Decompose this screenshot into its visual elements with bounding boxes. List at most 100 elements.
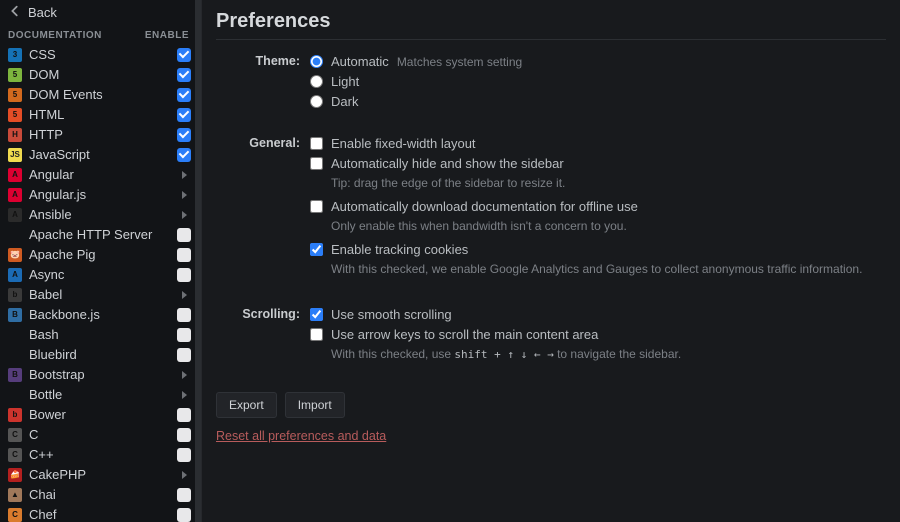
sidebar-item[interactable]: 3CSS xyxy=(0,45,201,65)
sidebar-item[interactable]: BBootstrap xyxy=(0,365,201,385)
enable-doc-checkbox[interactable] xyxy=(177,488,191,502)
sidebar-item[interactable]: Bluebird xyxy=(0,345,201,365)
sidebar-item[interactable]: 5HTML xyxy=(0,105,201,125)
back-arrow-icon xyxy=(8,4,22,21)
doc-icon xyxy=(8,388,22,402)
sidebar-item-label: DOM Events xyxy=(29,87,170,102)
enable-doc-checkbox[interactable] xyxy=(177,348,191,362)
sidebar-item[interactable]: Apache HTTP Server xyxy=(0,225,201,245)
enable-doc-checkbox[interactable] xyxy=(177,448,191,462)
expand-arrow-icon[interactable] xyxy=(177,288,191,302)
sidebar-item[interactable]: AAngular xyxy=(0,165,201,185)
sidebar-item-label: C++ xyxy=(29,447,170,462)
theme-automatic-hint: Matches system setting xyxy=(397,54,522,70)
sidebar-item-label: DOM xyxy=(29,67,170,82)
sidebar-item[interactable]: 5 DOM xyxy=(0,65,201,85)
sidebar-item[interactable]: CC xyxy=(0,425,201,445)
doc-icon: A xyxy=(8,208,22,222)
preferences-panel: Preferences Theme: Automatic Matches sys… xyxy=(202,0,900,522)
expand-arrow-icon[interactable] xyxy=(177,468,191,482)
doc-icon: 5 xyxy=(8,108,22,122)
sidebar-item[interactable]: BBackbone.js xyxy=(0,305,201,325)
tracking-checkbox[interactable] xyxy=(310,243,323,256)
enable-doc-checkbox[interactable] xyxy=(177,108,191,122)
sidebar-item[interactable]: AAngular.js xyxy=(0,185,201,205)
expand-arrow-icon[interactable] xyxy=(177,208,191,222)
sidebar-item-label: Bash xyxy=(29,327,170,342)
fixed-width-checkbox[interactable] xyxy=(310,137,323,150)
autodownload-label: Automatically download documentation for… xyxy=(331,199,638,215)
doc-icon xyxy=(8,328,22,342)
sidebar-item-label: JavaScript xyxy=(29,147,170,162)
theme-radio-automatic[interactable] xyxy=(310,55,323,68)
autodownload-checkbox[interactable] xyxy=(310,200,323,213)
enable-doc-checkbox[interactable] xyxy=(177,128,191,142)
sidebar-item[interactable]: 🐷Apache Pig xyxy=(0,245,201,265)
sidebar-item-label: Bottle xyxy=(29,387,170,402)
back-label: Back xyxy=(28,5,57,20)
sidebar-item[interactable]: bBower xyxy=(0,405,201,425)
enable-doc-checkbox[interactable] xyxy=(177,248,191,262)
doc-icon xyxy=(8,348,22,362)
autodownload-tip: Only enable this when bandwidth isn't a … xyxy=(331,219,886,234)
sidebar-header: DOCUMENTATION ENABLE xyxy=(0,26,201,45)
enable-doc-checkbox[interactable] xyxy=(177,228,191,242)
sidebar-list: 3CSS5DOM5DOM Events5HTMLHHTTPJSJavaScrip… xyxy=(0,45,201,522)
sidebar-item-label: Babel xyxy=(29,287,170,302)
sidebar-item[interactable]: CC++ xyxy=(0,445,201,465)
smooth-scrolling-checkbox[interactable] xyxy=(310,308,323,321)
sidebar-item-label: CakePHP xyxy=(29,467,170,482)
sidebar-item-label: HTTP xyxy=(29,127,170,142)
autohide-checkbox[interactable] xyxy=(310,157,323,170)
tracking-tip: With this checked, we enable Google Anal… xyxy=(331,262,886,277)
doc-icon: 5 xyxy=(8,68,22,82)
doc-icon: JS xyxy=(8,148,22,162)
enable-doc-checkbox[interactable] xyxy=(177,308,191,322)
sidebar-item[interactable]: Bottle xyxy=(0,385,201,405)
arrow-tip-post: to navigate the sidebar. xyxy=(554,347,681,361)
expand-arrow-icon[interactable] xyxy=(177,168,191,182)
sidebar-item[interactable]: Bash xyxy=(0,325,201,345)
enable-doc-checkbox[interactable] xyxy=(177,328,191,342)
import-button[interactable]: Import xyxy=(285,392,345,418)
general-label: General: xyxy=(216,136,310,285)
fixed-width-label: Enable fixed-width layout xyxy=(331,136,476,152)
enable-doc-checkbox[interactable] xyxy=(177,408,191,422)
sidebar-item[interactable]: HHTTP xyxy=(0,125,201,145)
enable-doc-checkbox[interactable] xyxy=(177,428,191,442)
sidebar-item[interactable]: JS JavaScript xyxy=(0,145,201,165)
expand-arrow-icon[interactable] xyxy=(177,188,191,202)
enable-doc-checkbox[interactable] xyxy=(177,268,191,282)
theme-radio-dark[interactable] xyxy=(310,95,323,108)
sidebar-item[interactable]: bBabel xyxy=(0,285,201,305)
sidebar-item[interactable]: ▲Chai xyxy=(0,485,201,505)
sidebar-item-label: Async xyxy=(29,267,170,282)
enable-doc-checkbox[interactable] xyxy=(177,148,191,162)
enable-doc-checkbox[interactable] xyxy=(177,88,191,102)
theme-radio-light[interactable] xyxy=(310,75,323,88)
sidebar-item-label: Bluebird xyxy=(29,347,170,362)
sidebar: Back DOCUMENTATION ENABLE 3CSS5DOM5DOM E… xyxy=(0,0,202,522)
enable-doc-checkbox[interactable] xyxy=(177,48,191,62)
import-export-row: Export Import xyxy=(216,392,886,418)
expand-arrow-icon[interactable] xyxy=(177,368,191,382)
sidebar-item[interactable]: 🍰 CakePHP xyxy=(0,465,201,485)
sidebar-item[interactable]: AAsync xyxy=(0,265,201,285)
enable-doc-checkbox[interactable] xyxy=(177,68,191,82)
sidebar-item[interactable]: AAnsible xyxy=(0,205,201,225)
export-button[interactable]: Export xyxy=(216,392,277,418)
doc-icon xyxy=(8,228,22,242)
theme-label: Theme: xyxy=(216,54,310,114)
reset-link[interactable]: Reset all preferences and data xyxy=(216,429,386,443)
sidebar-header-left: DOCUMENTATION xyxy=(8,30,102,41)
enable-doc-checkbox[interactable] xyxy=(177,508,191,522)
doc-icon: 🍰 xyxy=(8,468,22,482)
back-button[interactable]: Back xyxy=(0,0,201,26)
sidebar-item[interactable]: 5DOM Events xyxy=(0,85,201,105)
sidebar-item-label: Chai xyxy=(29,487,170,502)
expand-arrow-icon[interactable] xyxy=(177,388,191,402)
doc-icon: 🐷 xyxy=(8,248,22,262)
sidebar-item[interactable]: CChef xyxy=(0,505,201,522)
arrow-scroll-tip: With this checked, use shift + ↑ ↓ ← → t… xyxy=(331,347,886,362)
arrow-scroll-checkbox[interactable] xyxy=(310,328,323,341)
